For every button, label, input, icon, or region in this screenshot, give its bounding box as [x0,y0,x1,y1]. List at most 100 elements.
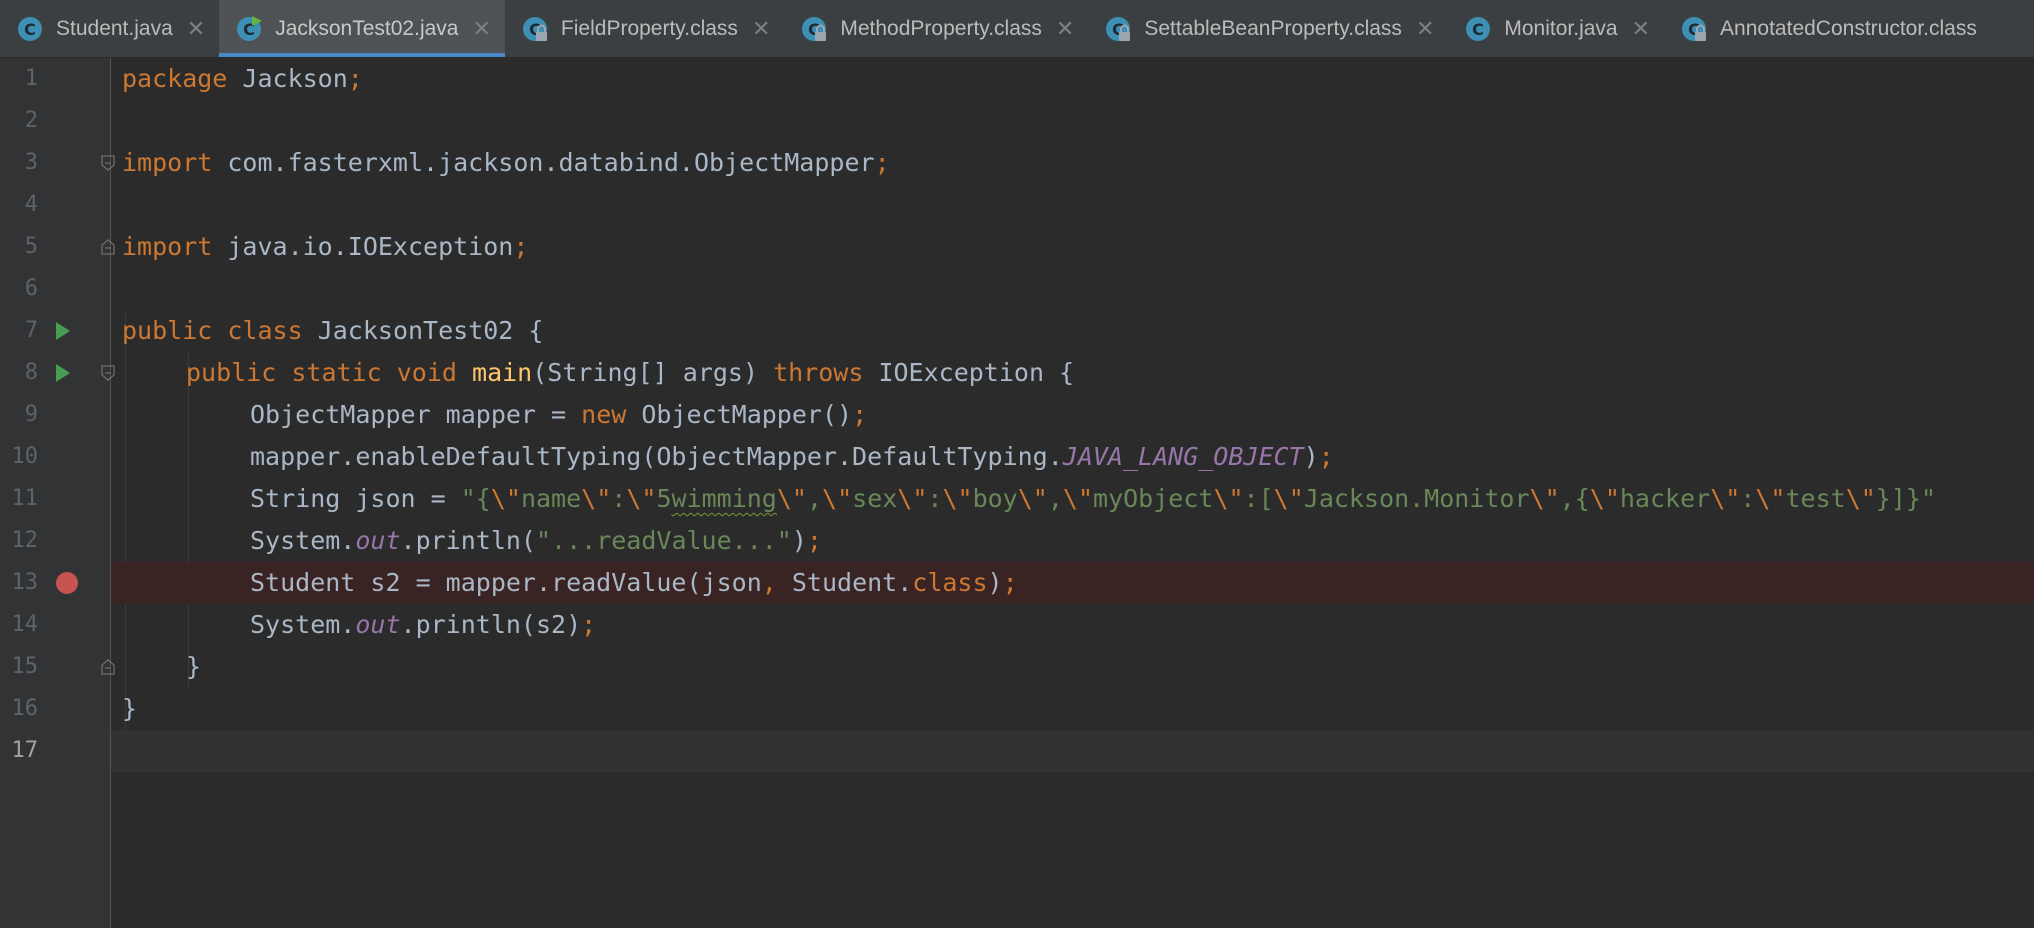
breakpoint-icon[interactable] [56,572,78,594]
code-token: ObjectMapper mapper = [250,400,582,429]
method-name: main [472,358,533,387]
line-number: 1 [24,66,38,91]
code-line-8: 8 public static void main(String[] args)… [0,352,2034,394]
string-literal: 5 [656,484,672,513]
code-line-3: 3 import com.fasterxml.jackson.databind.… [0,142,2034,184]
code-line-14: 14 System.out.println(s2); [0,604,2034,646]
escape-sequence: \" [581,484,612,513]
close-icon[interactable]: ✕ [752,17,770,40]
code-line-text[interactable]: System.out.println(s2); [250,604,596,646]
line-number: 8 [24,360,38,385]
code-token: Jackson [227,64,348,93]
keyword-void: void [396,358,457,387]
line-number: 2 [24,108,38,133]
tab-annotatedconstructor-class[interactable]: C AnnotatedConstructor.class [1664,0,1991,57]
code-line-text[interactable]: System.out.println("...readValue..."); [250,520,822,562]
tab-label: Student.java [56,17,173,40]
fold-icon[interactable] [101,239,115,255]
code-line-5: 5 import java.io.IOException; [0,226,2034,268]
escape-sequence: \" [1273,484,1304,513]
code-line-text[interactable]: Student s2 = mapper.readValue(json, Stud… [250,562,1018,604]
code-token: ; [581,610,597,639]
tab-methodproperty-class[interactable]: C MethodProperty.class ✕ [784,0,1088,57]
keyword-import: import [122,148,213,177]
code-line-text[interactable]: } [186,646,201,688]
code-editor[interactable]: 1 package Jackson; 2 3 import com.faster… [0,58,2034,928]
code-line-text[interactable]: public static void main(String[] args) t… [186,352,1074,394]
close-icon[interactable]: ✕ [472,17,490,40]
code-line-text[interactable]: } [122,688,137,730]
string-literal: , [1047,484,1063,513]
run-main-icon[interactable] [56,364,70,382]
close-icon[interactable]: ✕ [1632,17,1650,40]
escape-sequence: \" [1529,484,1560,513]
tab-label: AnnotatedConstructor.class [1720,17,1977,40]
code-line-text[interactable]: import com.fasterxml.jackson.databind.Ob… [122,142,890,184]
tab-jacksontest02-java[interactable]: C JacksonTest02.java ✕ [219,0,505,57]
string-literal: , [806,484,823,513]
code-line-1: 1 package Jackson; [0,58,2034,100]
string-literal: test [1785,484,1846,513]
code-line-text[interactable]: package Jackson; [122,58,363,100]
code-token: System. [250,526,356,555]
tab-student-java[interactable]: C Student.java ✕ [0,0,219,57]
line-number: 11 [11,486,39,511]
code-line-text[interactable]: import java.io.IOException; [122,226,528,268]
tab-fieldproperty-class[interactable]: C FieldProperty.class ✕ [505,0,784,57]
code-line-7: 7 public class JacksonTest02 { [0,310,2034,352]
line-number: 15 [11,654,39,679]
string-literal: ,{ [1559,484,1590,513]
line-number: 9 [24,402,38,427]
code-line-15: 15 } [0,646,2034,688]
code-line-9: 9 ObjectMapper mapper = new ObjectMapper… [0,394,2034,436]
current-line-highlight [111,730,2034,772]
tab-settablebeanproperty-class[interactable]: C SettableBeanProperty.class ✕ [1088,0,1448,57]
tab-label: Monitor.java [1504,17,1618,40]
line-number: 13 [11,570,39,595]
string-literal: name [520,484,582,513]
code-line-text[interactable]: String json = "{\"name\":\"5wimming\",\"… [250,478,1936,520]
escape-sequence: \" [1017,484,1048,513]
line-number: 5 [24,234,38,259]
class-locked-icon: C [1104,15,1132,43]
code-line-12: 12 System.out.println("...readValue...")… [0,520,2034,562]
code-token: ) [987,568,1003,597]
keyword-public: public [186,358,277,387]
fold-icon[interactable] [101,659,115,675]
code-token: } [122,694,138,723]
tab-monitor-java[interactable]: C Monitor.java ✕ [1448,0,1664,57]
ide-window: C Student.java ✕ C JacksonTest02.java ✕ … [0,0,2034,928]
close-icon[interactable]: ✕ [1416,17,1434,40]
string-literal: sex [852,484,898,513]
close-icon[interactable]: ✕ [1056,17,1074,40]
code-token: ; [1318,442,1334,471]
code-line-text[interactable]: mapper.enableDefaultTyping(ObjectMapper.… [250,436,1334,478]
code-token: , [761,568,777,597]
string-literal: myObject [1093,484,1214,513]
fold-icon[interactable] [101,155,115,171]
fold-icon[interactable] [101,365,115,381]
class-run-icon: C [235,15,263,43]
static-field: JAVA_LANG_OBJECT [1062,442,1304,471]
string-literal: Jackson.Monitor [1303,484,1530,513]
code-token: ; [347,64,363,93]
run-class-icon[interactable] [56,322,70,340]
escape-sequence: \" [1589,484,1620,513]
code-token: ; [513,232,529,261]
svg-text:C: C [1473,20,1485,39]
code-line-text[interactable]: ObjectMapper mapper = new ObjectMapper()… [250,394,867,436]
close-icon[interactable]: ✕ [187,17,205,40]
escape-sequence: \" [942,484,973,513]
code-token: ObjectMapper() [626,400,853,429]
code-line-text[interactable]: public class JacksonTest02 { [122,310,543,352]
line-number: 10 [11,444,39,469]
code-token: .println(s2) [400,610,582,639]
line-number: 6 [24,276,38,301]
tab-label: FieldProperty.class [560,17,738,40]
string-literal: "{ [460,484,491,513]
string-literal: :[ [1243,484,1274,513]
